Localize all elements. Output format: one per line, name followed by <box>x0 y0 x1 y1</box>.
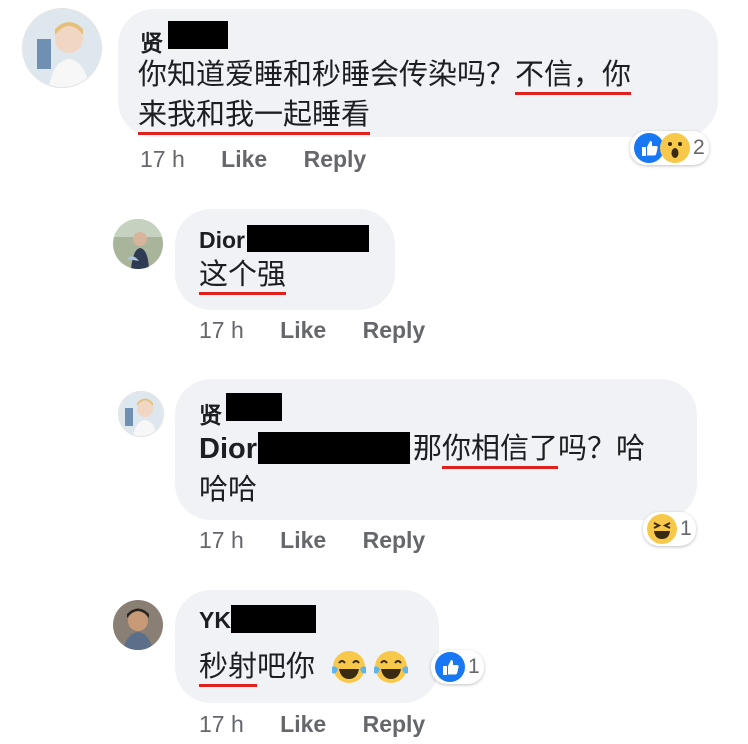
redaction-bar <box>231 605 316 633</box>
profile-photo <box>119 392 163 436</box>
wow-icon <box>660 133 690 163</box>
avatar[interactable] <box>22 8 102 88</box>
comment-timestamp[interactable]: 17 h <box>199 527 244 553</box>
redaction-bar <box>258 432 410 464</box>
comment-text-part: 你知道爱睡和秒睡会传染吗？ <box>138 57 516 91</box>
reply-button[interactable]: Reply <box>304 146 367 172</box>
comment-text: 这个强 <box>199 254 287 295</box>
crying-laughing-emoji <box>330 649 368 689</box>
comment-text-part: 那 <box>413 431 443 465</box>
avatar[interactable] <box>113 600 163 650</box>
comment-timestamp[interactable]: 17 h <box>199 317 244 343</box>
comment-text-part: 吗？哈 <box>558 431 646 465</box>
comment-text-underlined: 你相信了 <box>442 431 559 469</box>
comment-text: 你知道爱睡和秒睡会传染吗？不信，你 来我和我一起睡看 <box>138 54 708 135</box>
comment-meta: 17 h Like Reply <box>199 711 425 738</box>
reaction-count: 2 <box>693 136 705 159</box>
comment-timestamp[interactable]: 17 h <box>199 711 244 737</box>
comment-timestamp[interactable]: 17 h <box>140 146 185 172</box>
comment-text-part: 哈哈 <box>199 472 258 506</box>
like-icon <box>435 652 465 682</box>
like-button[interactable]: Like <box>280 317 326 343</box>
reaction-summary[interactable]: 2 <box>630 131 709 165</box>
profile-photo <box>113 219 163 269</box>
reply-button[interactable]: Reply <box>363 527 426 553</box>
redaction-bar <box>226 393 282 421</box>
reaction-count: 1 <box>680 517 692 540</box>
comment-author[interactable]: 贤 <box>199 396 222 430</box>
comment-meta: 17 h Like Reply <box>140 146 366 173</box>
comment-text-underlined: 这个强 <box>199 257 287 295</box>
redaction-bar <box>168 21 228 49</box>
comment-meta: 17 h Like Reply <box>199 317 425 344</box>
haha-icon <box>647 514 677 544</box>
profile-photo <box>113 600 163 650</box>
redaction-bar <box>247 225 369 252</box>
comment-text: 秒射吧你 <box>199 646 316 687</box>
reaction-summary[interactable]: 1 <box>431 650 484 684</box>
crying-laughing-emoji <box>372 649 410 689</box>
like-button[interactable]: Like <box>221 146 267 172</box>
comment-author[interactable]: YK <box>199 607 231 634</box>
comment-text-underlined: 秒射 <box>199 649 258 687</box>
profile-photo <box>23 9 101 87</box>
comment-text-part: 吧你 <box>257 649 316 683</box>
comment-author[interactable]: Dior <box>199 227 245 254</box>
reaction-summary[interactable]: 1 <box>643 512 696 546</box>
comment-meta: 17 h Like Reply <box>199 527 425 554</box>
avatar[interactable] <box>113 219 163 269</box>
reply-button[interactable]: Reply <box>363 317 426 343</box>
avatar[interactable] <box>118 391 164 437</box>
reaction-count: 1 <box>468 655 480 678</box>
comment-text-underlined: 来我和我一起睡看 <box>138 97 371 135</box>
like-button[interactable]: Like <box>280 527 326 553</box>
mention-link[interactable]: Dior <box>199 433 257 465</box>
reply-button[interactable]: Reply <box>363 711 426 737</box>
comment-author[interactable]: 贤 <box>140 24 163 58</box>
like-button[interactable]: Like <box>280 711 326 737</box>
comment-text-underlined: 不信，你 <box>515 57 632 95</box>
